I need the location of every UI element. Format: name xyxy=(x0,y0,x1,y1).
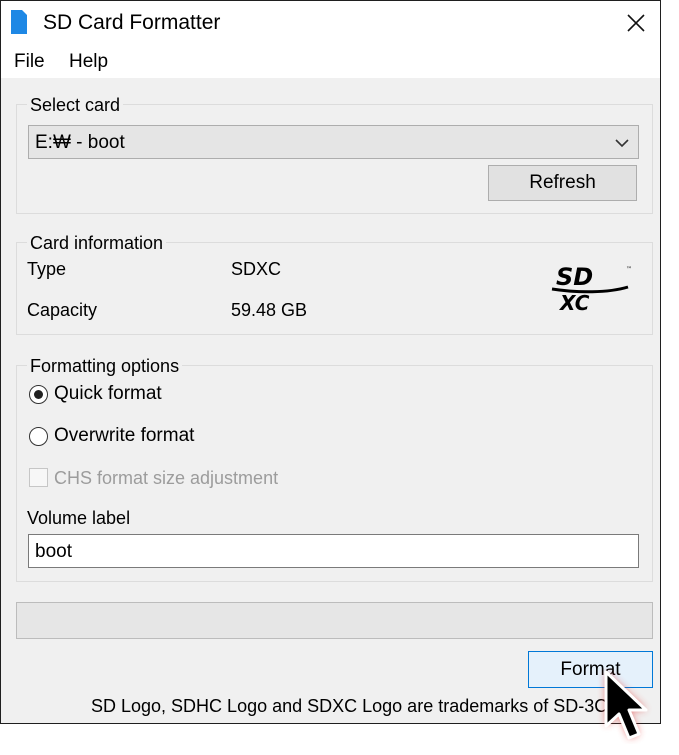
sd-card-icon xyxy=(11,10,27,34)
sdxc-logo: SD ™ XC xyxy=(551,263,632,313)
menu-bar: File Help xyxy=(1,44,660,78)
title-bar: SD Card Formatter xyxy=(1,1,660,44)
volume-label-title: Volume label xyxy=(27,508,131,528)
window-title: SD Card Formatter xyxy=(43,11,221,34)
svg-text:XC: XC xyxy=(558,291,590,313)
chs-adjustment-label: CHS format size adjustment xyxy=(54,468,279,488)
sd-card-formatter-window: SD Card Formatter File Help Select card … xyxy=(0,0,661,724)
card-select[interactable]: E:₩ - boot xyxy=(28,125,639,159)
svg-text:™: ™ xyxy=(626,266,632,273)
formatting-options-title: Formatting options xyxy=(27,355,183,377)
overwrite-format-label[interactable]: Overwrite format xyxy=(54,425,194,447)
card-select-value: E:₩ - boot xyxy=(35,132,125,153)
refresh-button[interactable]: Refresh xyxy=(488,165,637,201)
volume-label-input[interactable]: boot xyxy=(28,534,639,568)
card-information-title: Card information xyxy=(27,232,167,254)
select-card-title: Select card xyxy=(27,94,124,116)
capacity-label: Capacity xyxy=(27,300,98,320)
svg-text:SD: SD xyxy=(556,263,593,291)
overwrite-format-radio[interactable] xyxy=(29,427,48,446)
type-label: Type xyxy=(27,259,67,279)
quick-format-radio[interactable] xyxy=(29,385,48,404)
menu-file[interactable]: File xyxy=(14,50,45,74)
close-icon xyxy=(627,13,645,32)
trademark-notice: SD Logo, SDHC Logo and SDXC Logo are tra… xyxy=(91,696,633,716)
volume-label-value: boot xyxy=(35,541,72,562)
chs-adjustment-checkbox[interactable] xyxy=(29,468,48,487)
format-progress-bar xyxy=(16,602,653,639)
close-button[interactable] xyxy=(612,1,660,44)
type-value: SDXC xyxy=(231,259,282,279)
quick-format-label[interactable]: Quick format xyxy=(54,383,162,405)
chevron-down-icon xyxy=(615,139,629,148)
capacity-value: 59.48 GB xyxy=(231,300,308,320)
mouse-pointer-icon xyxy=(604,670,648,740)
menu-help[interactable]: Help xyxy=(69,50,108,74)
